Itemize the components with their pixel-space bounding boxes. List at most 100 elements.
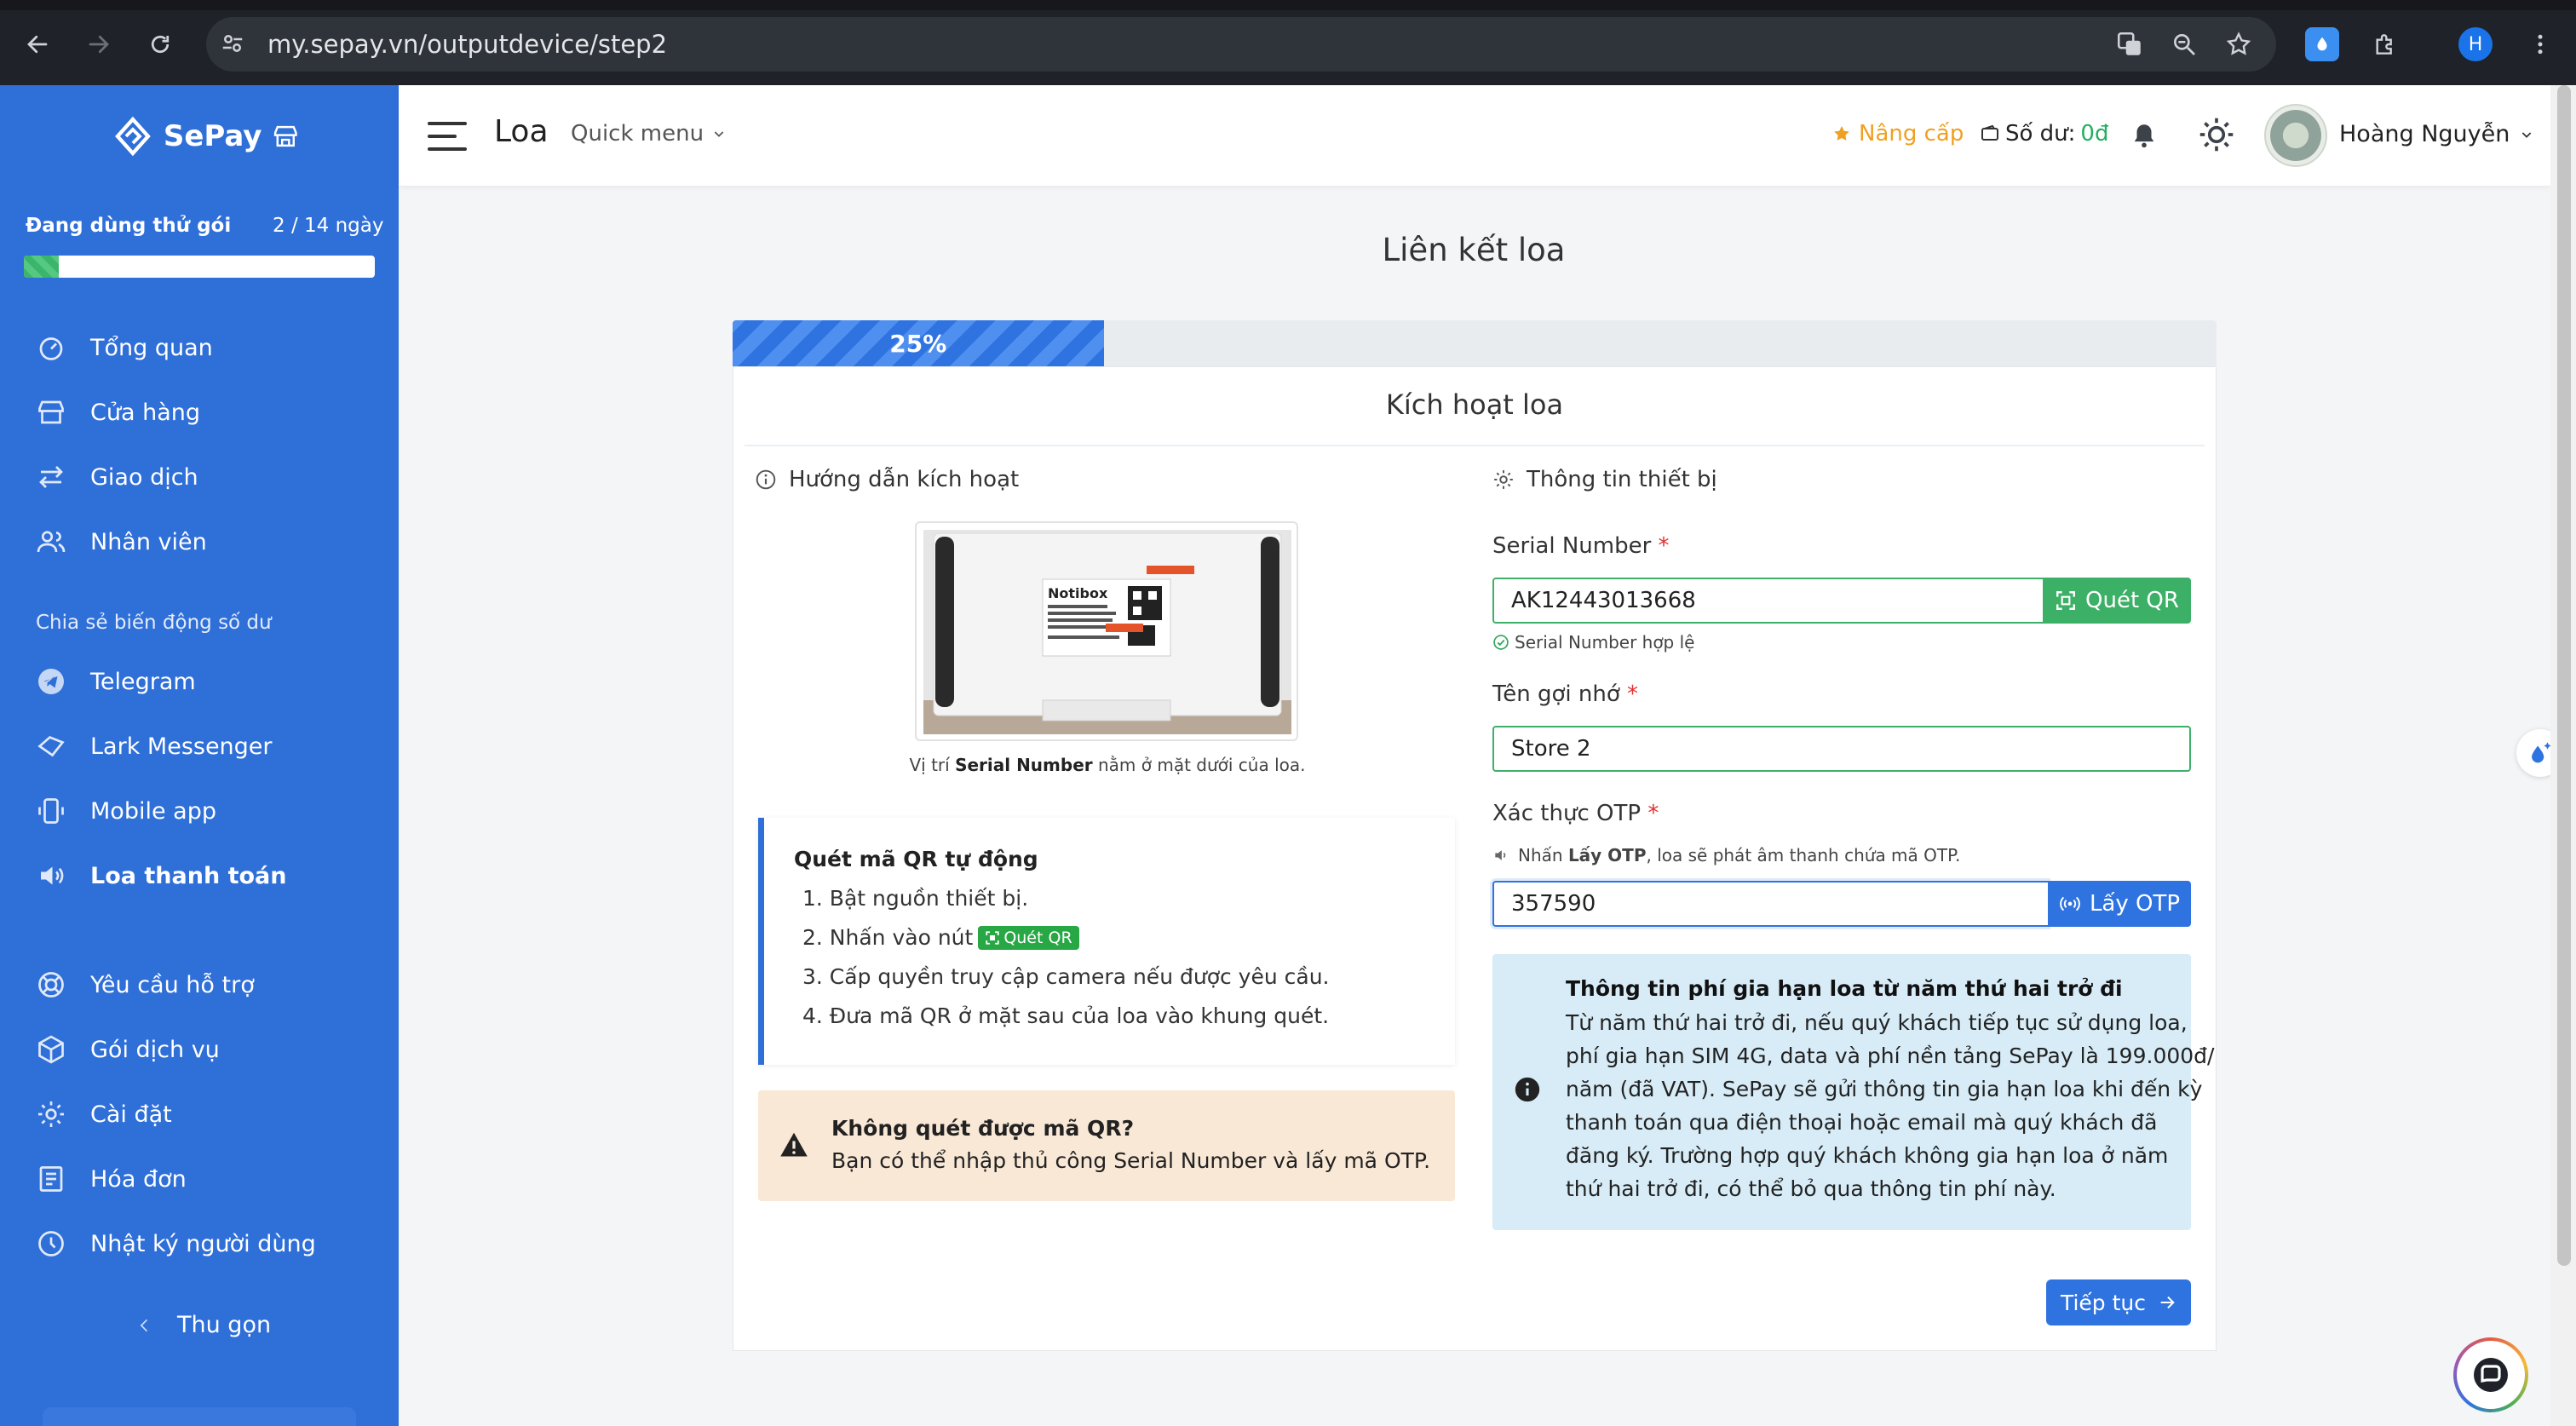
warning-triangle-icon (779, 1130, 809, 1160)
sidebar-item-yêu-cầu-hỗ-trợ[interactable]: Yêu cầu hỗ trợ (34, 961, 255, 1009)
user-avatar[interactable] (2264, 104, 2327, 167)
collapse-label: Thu gọn (177, 1312, 272, 1338)
chat-support-button[interactable] (2453, 1337, 2528, 1412)
trial-days: 2 / 14 ngày (273, 215, 384, 237)
sidebar-item-cửa-hàng[interactable]: Cửa hàng (34, 388, 200, 436)
profile-avatar[interactable]: H (2458, 27, 2493, 61)
brand-name: SePay (163, 119, 262, 153)
history-icon (34, 1227, 68, 1261)
package-icon (34, 1032, 68, 1067)
manual-entry-warning (758, 1090, 1455, 1201)
arrow-right-icon (89, 35, 109, 54)
sidebar-item-label: Yêu cầu hỗ trợ (90, 971, 255, 998)
device-info-heading: Thông tin thiết bị (1492, 467, 1717, 492)
renewal-fee-title: Thông tin phí gia hạn loa từ năm thứ hai… (1566, 976, 2123, 1001)
balance-display[interactable]: Số dư: 0đ (1980, 121, 2108, 147)
upgrade-link[interactable]: Nâng cấp (1831, 121, 1964, 147)
scan-qr-button[interactable]: Quét QR (2043, 578, 2191, 624)
otp-label-text: Xác thực OTP (1492, 801, 1642, 826)
get-otp-button[interactable]: Lấy OTP (2048, 881, 2191, 927)
inline-scan-qr-chip: Quét QR (978, 925, 1079, 950)
guide-heading: Hướng dẫn kích hoạt (755, 467, 1019, 492)
extensions-puzzle-icon[interactable] (2365, 24, 2406, 65)
sidebar-item-nhân-viên[interactable]: Nhân viên (34, 518, 207, 566)
section-title: Liên kết loa (1382, 232, 1566, 268)
menu-toggle-icon[interactable] (428, 119, 467, 153)
forward-button[interactable] (75, 20, 123, 68)
user-menu[interactable]: Hoàng Nguyễn (2339, 121, 2533, 147)
back-button[interactable] (14, 20, 61, 68)
chevron-left-icon (140, 1319, 148, 1331)
browser-menu-icon[interactable] (2520, 24, 2561, 65)
inline-scan-qr-label: Quét QR (1003, 928, 1072, 947)
nickname-label-text: Tên gợi nhớ (1492, 681, 1620, 707)
chevron-down-icon (2522, 131, 2532, 138)
caption-pre: Vị trí (909, 755, 956, 775)
sidebar-item-tổng-quan[interactable]: Tổng quan (34, 324, 213, 371)
required-mark: * (1627, 681, 1638, 707)
url-text[interactable]: my.sepay.vn/outputdevice/step2 (267, 27, 667, 61)
speaker-icon (34, 859, 68, 893)
trial-label: Đang dùng thử gói (26, 215, 232, 237)
arrow-right-icon (2160, 1296, 2175, 1309)
sidebar-item-gói-dịch-vụ[interactable]: Gói dịch vụ (34, 1026, 220, 1073)
renewal-fee-line: đăng ký. Trường hợp quý khách không gia … (1566, 1143, 2169, 1168)
site-info-icon[interactable] (220, 31, 245, 56)
reload-button[interactable] (136, 20, 184, 68)
info-filled-icon (1513, 1075, 1542, 1104)
sidebar-item-nhật-ký-người-dùng[interactable]: Nhật ký người dùng (34, 1220, 316, 1268)
mobile-icon (34, 794, 68, 828)
continue-button[interactable]: Tiếp tục (2046, 1279, 2191, 1325)
qr-scan-icon (986, 930, 999, 945)
quick-menu-dropdown[interactable]: Quick menu (571, 121, 726, 147)
store-icon (34, 395, 68, 429)
qr-step-2: 2. Nhấn vào nút Quét QR (802, 925, 1079, 950)
balance-value: 0đ (2080, 121, 2109, 147)
qr-step-1: 1. Bật nguồn thiết bị. (802, 886, 1028, 911)
otp-hint-bold: Lấy OTP (1567, 845, 1647, 865)
otp-hint-pre: Nhấn (1518, 845, 1568, 865)
notification-bell-icon[interactable] (2125, 116, 2164, 155)
page-scrollbar-thumb[interactable] (2557, 85, 2571, 1266)
settings-icon (34, 1097, 68, 1131)
scan-qr-label: Quét QR (2085, 588, 2179, 613)
qr-step-4: 4. Đưa mã QR ở mặt sau của loa vào khung… (802, 1003, 1329, 1028)
bookmark-star-icon[interactable] (2218, 24, 2259, 65)
trial-progress-fill (24, 256, 60, 278)
sepay-logo[interactable]: SePay (112, 112, 300, 160)
sidebar-item-loa-thanh-toán[interactable]: Loa thanh toán (34, 852, 286, 900)
translate-icon[interactable] (2109, 24, 2150, 65)
collapse-sidebar-button[interactable]: Thu gọn (136, 1312, 271, 1338)
sidebar-item-label: Cài đặt (90, 1101, 172, 1128)
extension-drop-icon[interactable] (2305, 27, 2339, 61)
caption-post: nằm ở mặt dưới của loa. (1092, 755, 1306, 775)
qr-scan-icon (2056, 591, 2075, 610)
gear-icon (1494, 470, 1513, 489)
sidebar-item-hóa-đơn[interactable]: Hóa đơn (34, 1155, 187, 1203)
sidebar-item-label: Mobile app (90, 797, 216, 825)
otp-input[interactable]: 357590 (1492, 881, 2048, 927)
image-caption: Vị trí Serial Number nằm ở mặt dưới của … (767, 755, 1448, 775)
broadcast-icon (2060, 896, 2080, 911)
chat-bubble-icon (2474, 1358, 2508, 1392)
sidebar-item-lark-messenger[interactable]: Lark Messenger (34, 722, 273, 770)
info-circle-icon (756, 469, 776, 490)
sidebar-scroll-indicator (43, 1407, 356, 1426)
qr-step-1-text: 1. Bật nguồn thiết bị. (802, 886, 1029, 911)
sidebar-item-label: Cửa hàng (90, 399, 201, 426)
serial-number-input[interactable]: AK12443013668 (1492, 578, 2043, 624)
chevron-down-icon (714, 131, 724, 137)
otp-hint-post: , loa sẽ phát âm thanh chứa mã OTP. (1646, 845, 1961, 865)
invoice-icon (34, 1162, 68, 1196)
sidebar-item-giao-dịch[interactable]: Giao dịch (34, 453, 198, 501)
trial-progress-bar (24, 256, 375, 278)
quick-menu-label: Quick menu (571, 121, 704, 147)
sidebar-item-cài-đặt[interactable]: Cài đặt (34, 1090, 172, 1138)
zoom-icon[interactable] (2164, 24, 2205, 65)
qr-step-3-text: 3. Cấp quyền truy cập camera nếu được yê… (802, 964, 1330, 989)
qr-instructions-title: Quét mã QR tự động (794, 847, 1038, 871)
nickname-input[interactable]: Store 2 (1492, 726, 2191, 772)
theme-toggle-sun-icon[interactable] (2194, 112, 2239, 157)
sidebar-item-telegram[interactable]: Telegram (34, 658, 196, 705)
sidebar-item-mobile-app[interactable]: Mobile app (34, 787, 216, 835)
